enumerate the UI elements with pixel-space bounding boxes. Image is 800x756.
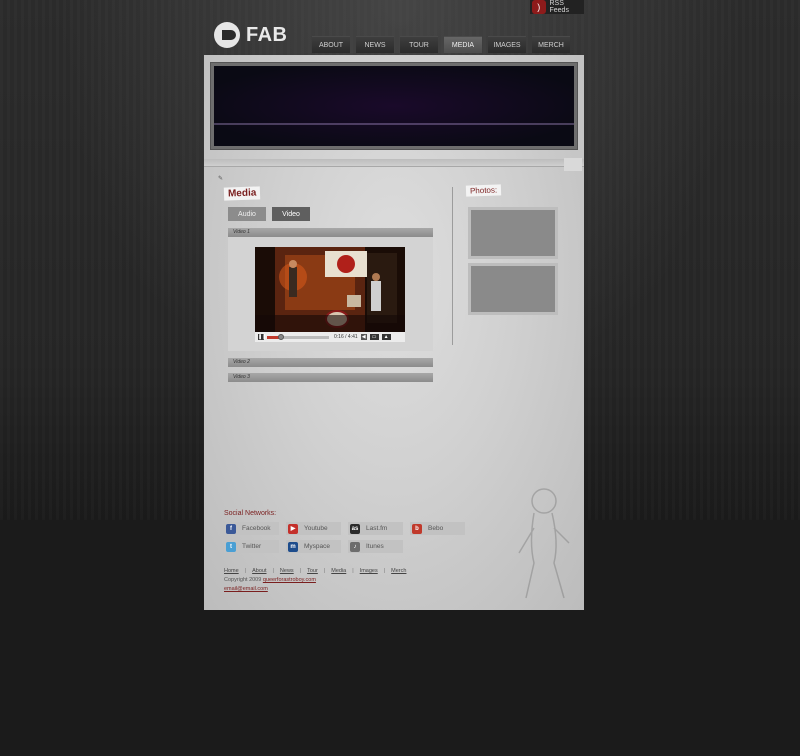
column-divider (452, 187, 453, 345)
paper-tab (564, 158, 582, 171)
myspace-label: Myspace (304, 543, 331, 550)
footer-link-news[interactable]: News (280, 568, 294, 574)
media-tabs: Audio Video (228, 207, 310, 221)
video-controls: ❚❚ 0:16 / 4:41 ◀ ▭ ▲ (255, 332, 405, 342)
video-player[interactable] (255, 247, 405, 332)
sketch-figure-image (518, 488, 570, 599)
rss-feed-link[interactable]: ) RSS Feeds (530, 0, 584, 14)
nav-merch[interactable]: MERCH (532, 36, 570, 53)
rss-label: RSS Feeds (549, 0, 569, 14)
myspace-button[interactable]: m Myspace (286, 540, 341, 553)
nav-news[interactable]: NEWS (356, 36, 394, 53)
site-logo[interactable]: FAB (214, 22, 288, 48)
nav-about[interactable]: ABOUT (312, 36, 350, 53)
facebook-button[interactable]: f Facebook (224, 522, 279, 535)
footer-link-home[interactable]: Home (224, 568, 239, 574)
nav-tour[interactable]: TOUR (400, 36, 438, 53)
footer-link-media[interactable]: Media (331, 568, 346, 574)
logo-mark-icon (214, 22, 240, 48)
media-heading: Media (223, 186, 261, 201)
video-progress-bar[interactable] (267, 334, 329, 340)
volume-icon[interactable]: ◀ (360, 334, 367, 340)
footer-separator: | (299, 568, 302, 574)
rss-icon: ) (532, 0, 546, 14)
video-frame (255, 247, 405, 332)
email-link[interactable]: email@email.com (224, 586, 268, 592)
footer-link-tour[interactable]: Tour (307, 568, 318, 574)
twitter-button[interactable]: t Twitter (224, 540, 279, 553)
myspace-icon: m (288, 541, 298, 552)
footer-separator: | (383, 568, 386, 574)
copyright-link[interactable]: queerforastroboy.com (263, 577, 316, 583)
tab-audio[interactable]: Audio (228, 207, 266, 221)
fullscreen-icon[interactable]: ▲ (381, 334, 391, 340)
twitter-icon: t (226, 541, 236, 552)
video-1-panel: ❚❚ 0:16 / 4:41 ◀ ▭ ▲ (228, 237, 433, 351)
progress-knob[interactable] (277, 334, 284, 340)
footer-nav: Home | About | News | Tour | Media | Images | … (224, 568, 406, 574)
photos-heading: Photos: (465, 184, 502, 197)
copyright: Copyright 2009 queerforastroboy.com (224, 577, 316, 583)
twitter-label: Twitter (242, 543, 262, 550)
main-nav: ABOUT NEWS TOUR MEDIA IMAGES MERCH (312, 36, 570, 53)
torn-paper-edge (204, 159, 584, 167)
video-2-header[interactable]: Video 2 (228, 358, 433, 367)
copyright-text: Copyright 2009 (224, 577, 262, 583)
footer-separator: | (244, 568, 247, 574)
footer-separator: | (272, 568, 274, 574)
page-wrapper: FAB ) RSS Feeds ABOUT NEWS TOUR MEDIA IM… (204, 0, 584, 610)
youtube-icon: ▶ (288, 523, 298, 534)
footer-separator: | (323, 568, 326, 574)
nav-media[interactable]: MEDIA (444, 36, 482, 53)
header-banner (210, 62, 578, 150)
bebo-icon: b (412, 523, 422, 534)
sound-wave-image (214, 66, 574, 146)
footer-link-about[interactable]: About (252, 568, 266, 574)
tab-video[interactable]: Video (272, 207, 310, 221)
footer-link-images[interactable]: Images (360, 568, 378, 574)
itunes-icon: ♪ (350, 541, 360, 552)
page-mark: ✎ (218, 176, 224, 182)
facebook-icon: f (226, 523, 236, 534)
sound-wave-graphic (214, 72, 574, 137)
video-time: 0:16 / 4:41 (334, 334, 358, 340)
logo-text: FAB (246, 23, 288, 46)
facebook-label: Facebook (242, 525, 271, 532)
content-panel: ✎ Media Audio Video Video 1 ❚❚ 0:16 / 4:… (204, 55, 584, 610)
footer-separator: | (352, 568, 354, 574)
nav-images[interactable]: IMAGES (488, 36, 526, 53)
bebo-button[interactable]: b Bebo (410, 522, 465, 535)
social-networks-heading: Social Networks: (224, 510, 277, 517)
photo-thumbnail-2[interactable] (468, 263, 558, 315)
lastfm-button[interactable]: as Last.fm (348, 522, 403, 535)
photo-thumbnail-1[interactable] (468, 207, 558, 259)
itunes-button[interactable]: ♪ Itunes (348, 540, 403, 553)
youtube-label: Youtube (304, 525, 328, 532)
lastfm-icon: as (350, 523, 360, 534)
pause-icon[interactable]: ❚❚ (258, 334, 266, 340)
video-3-header[interactable]: Video 3 (228, 373, 433, 382)
lastfm-label: Last.fm (366, 525, 388, 532)
video-1-header[interactable]: Video 1 (228, 228, 433, 237)
itunes-label: Itunes (366, 543, 384, 550)
youtube-button[interactable]: ▶ Youtube (286, 522, 341, 535)
footer-link-merch[interactable]: Merch (391, 568, 406, 574)
screen-size-icon[interactable]: ▭ (369, 334, 379, 340)
bebo-label: Bebo (428, 525, 444, 532)
